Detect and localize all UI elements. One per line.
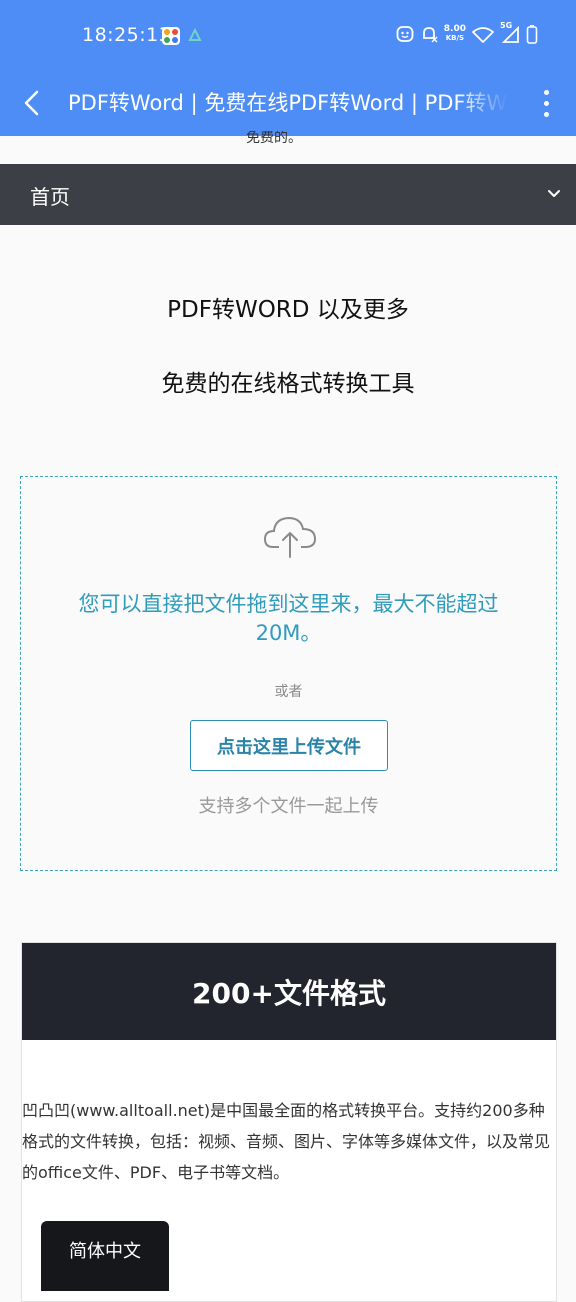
language-button[interactable]: 简体中文 (41, 1221, 169, 1291)
file-dropzone[interactable]: 您可以直接把文件拖到这里来，最大不能超过20M。 或者 点击这里上传文件 支持多… (20, 476, 557, 871)
nav-bar[interactable]: 首页 (0, 164, 576, 225)
drop-instruction: 您可以直接把文件拖到这里来，最大不能超过20M。 (78, 592, 499, 645)
clipped-text: 免费的。 (246, 131, 302, 146)
formats-heading: 200+文件格式 (22, 943, 556, 1040)
back-arrow-icon[interactable] (18, 88, 48, 118)
bell-muted-icon (422, 27, 438, 43)
app-sync-icon (188, 27, 202, 44)
hero-subtitle: 免费的在线格式转换工具 (161, 371, 415, 397)
app-bar: PDF转Word | 免费在线PDF转Word | PDF转Word (0, 72, 576, 136)
status-bar: 18:25:13 8.00 KB/S 5G (0, 0, 576, 72)
multi-upload-note: 支持多个文件一起上传 (198, 796, 379, 817)
upload-file-button[interactable]: 点击这里上传文件 (190, 720, 388, 771)
status-icons: 8.00 KB/S 5G (396, 21, 538, 44)
battery-icon (526, 25, 538, 44)
status-time: 18:25:13 (82, 24, 172, 46)
net-speed-unit: KB/S (445, 34, 465, 42)
hero-title: PDF转WORD 以及更多 (167, 297, 409, 323)
chevron-down-icon[interactable] (546, 186, 562, 202)
signal-5g-icon: 5G (500, 21, 520, 43)
face-icon (396, 26, 414, 42)
wifi-icon (472, 27, 494, 43)
cloud-upload-icon (263, 516, 317, 558)
nav-home-link[interactable]: 首页 (30, 181, 70, 210)
app-notification-icon (162, 27, 180, 45)
net-speed-value: 8.00 (443, 24, 466, 34)
more-options-icon[interactable] (542, 90, 550, 118)
or-divider-text: 或者 (274, 684, 303, 700)
formats-description: 凹凸凹(www.alltoall.net)是中国最全面的格式转换平台。支持约20… (22, 1101, 551, 1182)
net-speed: 8.00 KB/S (444, 25, 466, 43)
page-title: PDF转Word | 免费在线PDF转Word | PDF转Word (68, 91, 508, 115)
